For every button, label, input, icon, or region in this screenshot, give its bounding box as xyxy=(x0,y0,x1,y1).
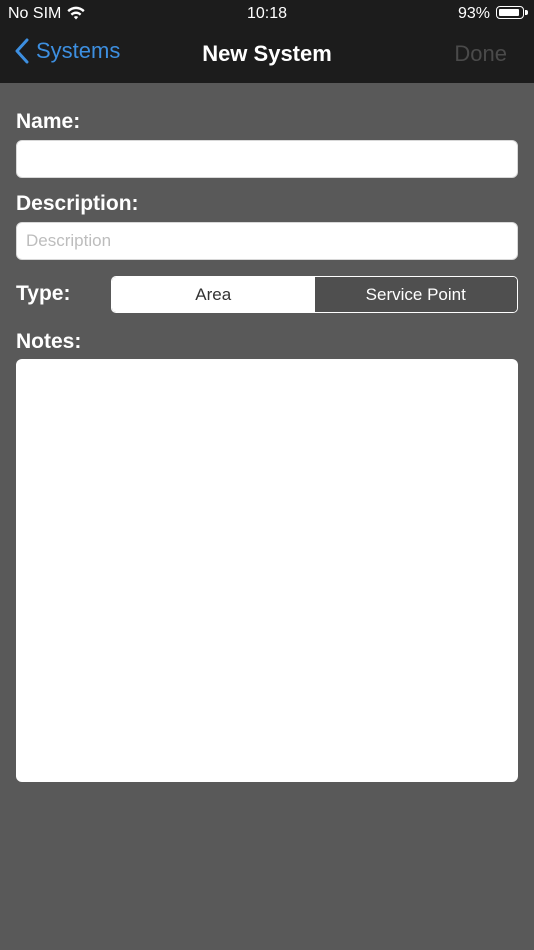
type-label: Type: xyxy=(16,282,71,305)
navigation-bar: Systems New System Done xyxy=(0,28,534,83)
battery-icon xyxy=(496,6,528,19)
clock: 10:18 xyxy=(246,5,288,22)
battery-fill xyxy=(499,9,520,16)
battery-cap xyxy=(525,10,528,15)
description-label: Description: xyxy=(16,192,139,215)
top-bar: No SIM 10:18 93% Systems New System Done xyxy=(0,0,534,83)
battery-percent: 93% xyxy=(457,5,490,22)
type-option-area[interactable]: Area xyxy=(112,277,315,312)
status-bar: No SIM 10:18 93% xyxy=(0,0,534,28)
type-segmented-control: Area Service Point xyxy=(111,276,518,313)
done-button[interactable]: Done xyxy=(454,41,507,67)
type-option-service-point[interactable]: Service Point xyxy=(314,277,517,312)
name-label: Name: xyxy=(16,110,81,133)
notes-textarea[interactable] xyxy=(16,359,518,782)
notes-label: Notes: xyxy=(16,330,82,353)
name-field[interactable] xyxy=(16,140,518,178)
description-field[interactable] xyxy=(16,222,518,260)
